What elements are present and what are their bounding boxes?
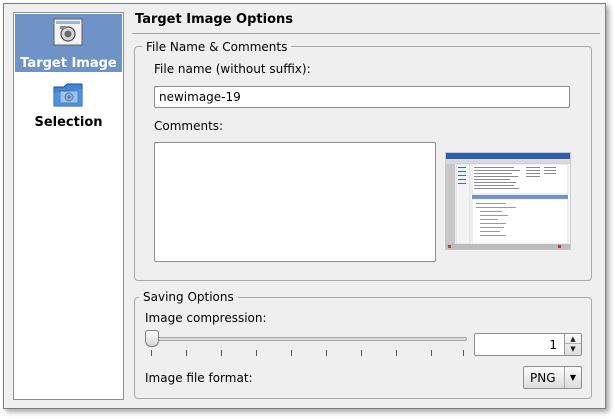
saving-group-title: Saving Options — [139, 290, 238, 304]
slider-tick — [463, 350, 464, 356]
format-dropdown[interactable]: PNG ▼ — [523, 366, 582, 389]
file-group-title: File Name & Comments — [142, 40, 292, 54]
spin-up-arrow-icon[interactable]: ▲ — [565, 334, 581, 344]
format-value: PNG — [530, 371, 556, 385]
slider-tick — [396, 350, 397, 356]
screenshot-preview-thumbnail — [445, 152, 571, 250]
compression-slider-track[interactable] — [145, 337, 467, 341]
slider-tick — [221, 350, 222, 356]
slider-tick — [291, 350, 292, 356]
compression-spinbox[interactable]: 1 ▲ ▼ — [474, 333, 582, 356]
compression-slider-handle[interactable] — [145, 330, 159, 347]
spin-buttons: ▲ ▼ — [564, 334, 581, 355]
chevron-down-icon[interactable]: ▼ — [564, 367, 581, 388]
slider-tick — [186, 350, 187, 356]
slider-tick — [361, 350, 362, 356]
compression-value: 1 — [549, 338, 557, 352]
slider-tick — [256, 350, 257, 356]
sidebar-item-selection[interactable]: Selection — [15, 75, 122, 133]
title-divider — [132, 33, 600, 34]
comments-label: Comments: — [154, 119, 224, 133]
slider-tick — [326, 350, 327, 356]
filename-label: File name (without suffix): — [154, 62, 311, 76]
sidebar: Target Image Selection — [13, 12, 124, 400]
comments-textarea[interactable] — [154, 142, 436, 262]
slider-tick — [151, 350, 152, 356]
image-document-icon — [53, 18, 83, 46]
sidebar-item-label: Target Image — [20, 56, 117, 71]
filename-input[interactable]: newimage-19 — [154, 86, 570, 108]
sidebar-item-label: Selection — [34, 115, 103, 130]
screenshot-preview-image — [446, 153, 570, 249]
format-label: Image file format: — [145, 371, 253, 385]
sidebar-item-target-image[interactable]: Target Image — [15, 14, 122, 72]
selection-folder-icon — [53, 83, 83, 107]
dialog-window: Target Image Selection Target Image Opti… — [3, 3, 606, 409]
page-title: Target Image Options — [135, 12, 293, 27]
compression-label: Image compression: — [145, 311, 267, 325]
spin-down-arrow-icon[interactable]: ▼ — [565, 344, 581, 354]
slider-tick — [431, 350, 432, 356]
